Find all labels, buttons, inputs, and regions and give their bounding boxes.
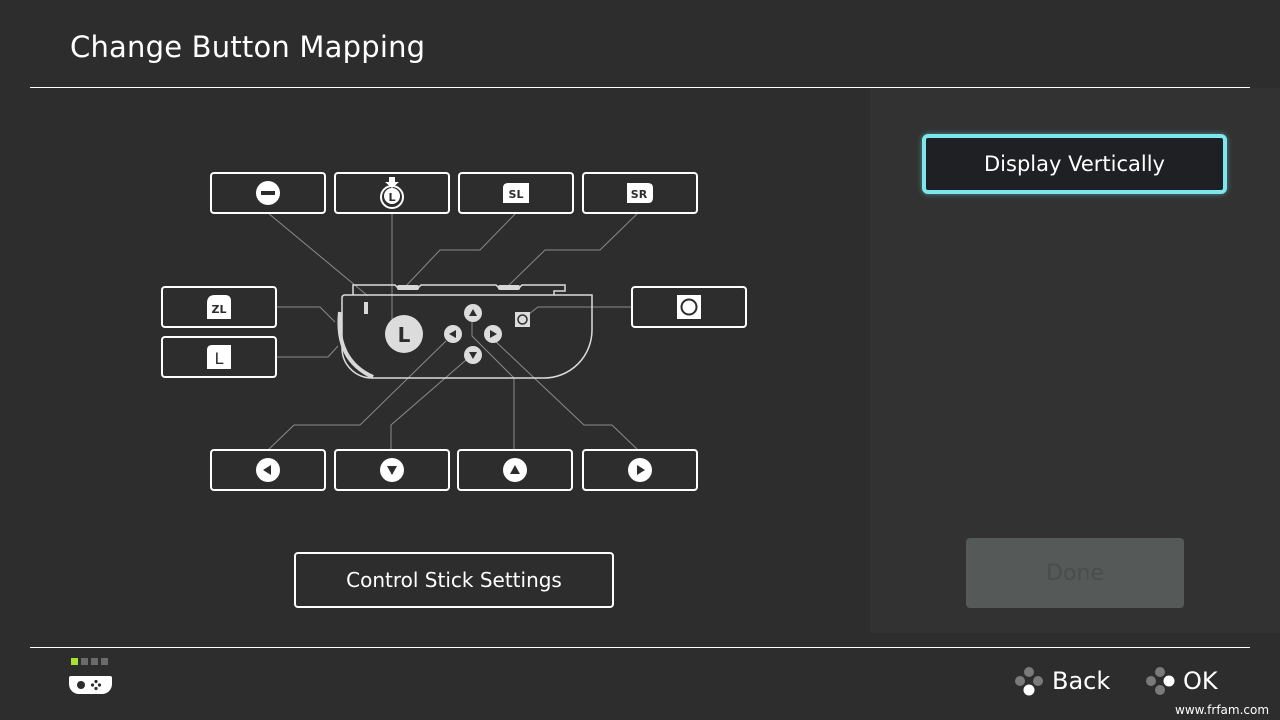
l-button-icon: L bbox=[207, 345, 231, 369]
page-title: Change Button Mapping bbox=[70, 30, 426, 64]
line-sr bbox=[506, 212, 639, 288]
map-button-sl[interactable]: SL bbox=[458, 172, 574, 214]
map-button-dpad-left[interactable] bbox=[210, 449, 326, 491]
svg-text:SL: SL bbox=[509, 188, 524, 201]
control-stick-settings-button[interactable]: Control Stick Settings bbox=[294, 552, 614, 608]
sl-button-icon: SL bbox=[503, 183, 529, 203]
svg-text:L: L bbox=[215, 349, 224, 368]
dpad-down bbox=[464, 346, 482, 364]
svg-text:L: L bbox=[398, 323, 411, 347]
line-sl bbox=[404, 212, 517, 288]
ok-label: OK bbox=[1183, 667, 1218, 695]
line-left bbox=[267, 340, 447, 451]
svg-text:ZL: ZL bbox=[212, 303, 227, 316]
map-button-minus[interactable] bbox=[210, 172, 326, 214]
line-down bbox=[390, 359, 467, 450]
line-up bbox=[471, 322, 515, 450]
dpad-up bbox=[464, 304, 482, 322]
map-button-zl[interactable]: ZL bbox=[161, 286, 277, 328]
player-led-2 bbox=[81, 658, 88, 665]
sr-rail-button bbox=[498, 285, 520, 290]
player-indicator bbox=[71, 658, 108, 665]
display-vertically-button[interactable]: Display Vertically bbox=[922, 134, 1227, 194]
dpad-right bbox=[484, 325, 502, 343]
line-l bbox=[277, 345, 339, 358]
sr-button-icon: SR bbox=[627, 183, 653, 203]
minus-button-icon bbox=[256, 181, 280, 205]
dpad-up-icon bbox=[503, 458, 527, 482]
map-button-l[interactable]: L bbox=[161, 336, 277, 378]
dpad-left bbox=[444, 325, 462, 343]
capture-mark bbox=[515, 312, 530, 327]
zl-button-icon: ZL bbox=[207, 295, 231, 319]
stick-press-L-icon: L bbox=[380, 177, 404, 209]
map-button-sr[interactable]: SR bbox=[582, 172, 698, 214]
joycon-horizontal-icon bbox=[69, 676, 112, 694]
map-button-capture[interactable] bbox=[631, 286, 747, 328]
joycon-outline: L bbox=[337, 284, 593, 379]
map-button-dpad-down[interactable] bbox=[334, 449, 450, 491]
l-shoulder bbox=[337, 311, 374, 379]
player-led-4 bbox=[101, 658, 108, 665]
svg-text:SR: SR bbox=[631, 188, 648, 201]
dpad-left-icon bbox=[256, 458, 280, 482]
capture-button-icon bbox=[677, 295, 701, 319]
back-label: Back bbox=[1052, 667, 1111, 695]
back-hint[interactable]: Back bbox=[1014, 666, 1110, 696]
dpad-down-icon bbox=[380, 458, 404, 482]
map-button-dpad-up[interactable] bbox=[457, 449, 573, 491]
line-minus bbox=[267, 212, 369, 297]
map-button-dpad-right[interactable] bbox=[582, 449, 698, 491]
ok-hint[interactable]: OK bbox=[1145, 666, 1218, 696]
line-capture bbox=[523, 306, 631, 319]
dpad-right-icon bbox=[628, 458, 652, 482]
map-button-stick-press[interactable]: L bbox=[334, 172, 450, 214]
sl-rail-button bbox=[397, 285, 419, 290]
watermark: www.frfam.com bbox=[1175, 703, 1270, 717]
stick bbox=[385, 315, 423, 353]
a-button-icon bbox=[1146, 667, 1175, 695]
svg-text:L: L bbox=[388, 191, 395, 204]
player-led-3 bbox=[91, 658, 98, 665]
line-zl bbox=[277, 306, 336, 323]
player-led-1 bbox=[71, 658, 78, 665]
line-right bbox=[493, 339, 639, 451]
footer-divider bbox=[30, 647, 1250, 648]
done-button: Done bbox=[966, 538, 1184, 608]
connector-lines bbox=[267, 212, 639, 451]
minus-mark bbox=[364, 302, 368, 314]
b-button-icon bbox=[1015, 667, 1043, 696]
